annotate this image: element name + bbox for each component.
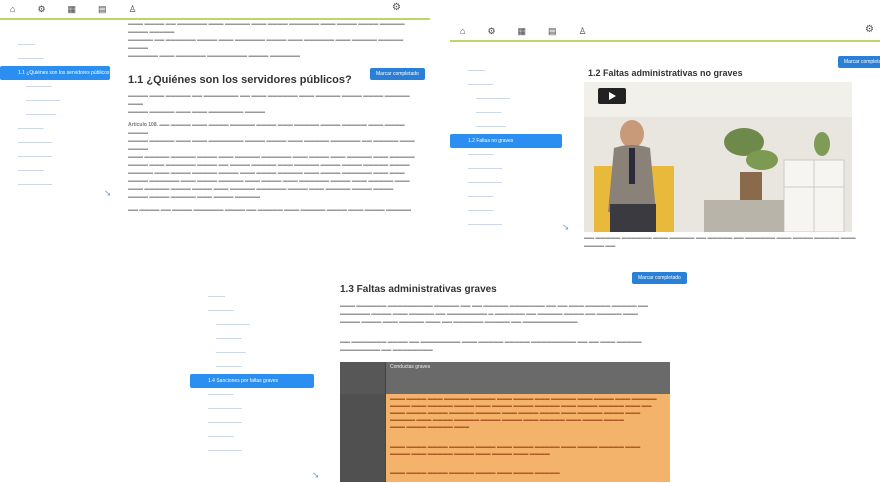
cursor-icon: ➘ [562, 222, 570, 232]
sidebar-item-active[interactable]: 1.4 Sanciones por faltas graves [190, 374, 314, 388]
sidebar-item[interactable]: ──────── [450, 176, 562, 190]
sidebar-item-active[interactable]: 1.2 Faltas no graves [450, 134, 562, 148]
sidebar-item[interactable]: ────── [450, 106, 562, 120]
paragraph: ▬▬ ▬▬▬▬▬▬▬ ▬▬▬▬ ▬▬ ▬▬▬▬▬▬▬▬ ▬▬▬ ▬▬▬▬▬ ▬▬… [340, 339, 642, 353]
video-caption: ▬▬ ▬▬▬▬▬ ▬▬▬▬▬▬ ▬▬▬ ▬▬▬▬▬ ▬▬ ▬▬▬▬▬ ▬▬ ▬▬… [584, 235, 856, 249]
mark-complete-button[interactable]: Marcar completado [838, 56, 880, 68]
sidebar-item[interactable]: ──────── [0, 94, 110, 108]
sidebar-item[interactable]: ────── [190, 332, 314, 346]
table-header-cell [340, 362, 386, 394]
content-area: ▬▬▬ ▬▬▬▬ ▬▬ ▬▬▬▬▬▬ ▬▬▬ ▬▬▬▬▬ ▬▬▬ ▬▬▬▬ ▬▬… [128, 20, 418, 215]
sidebar: ──── ────── ──────── ────── ─────── ────… [190, 290, 314, 458]
screenshot-panel-3: ──── ────── ──────── ────── ─────── ────… [190, 262, 690, 483]
gear-icon[interactable]: ⚙ [37, 4, 45, 15]
play-button[interactable] [598, 88, 626, 104]
sidebar-item[interactable]: ──────── [190, 416, 314, 430]
header-divider [450, 40, 880, 42]
sidebar-item[interactable]: ──────── [450, 92, 562, 106]
sidebar-item[interactable]: ──────── [190, 402, 314, 416]
faults-table: Conductas graves ▬▬▬ ▬▬▬▬ ▬▬▬ ▬▬▬▬▬ ▬▬▬▬… [340, 362, 670, 482]
sidebar-item[interactable]: ────── [0, 164, 110, 178]
sidebar-item[interactable]: ──── [0, 38, 110, 52]
paragraph: ▬▬▬▬ ▬▬▬ ▬▬▬▬▬ ▬▬ ▬▬▬▬▬▬▬ ▬▬ ▬▬▬ ▬▬▬▬▬▬ … [128, 93, 410, 115]
user-icon[interactable]: ♙ [579, 26, 587, 37]
table-cell: ▬▬▬ ▬▬▬▬ ▬▬▬▬ ▬▬▬▬▬ ▬▬▬▬ ▬▬▬ ▬▬▬▬ ▬▬▬▬▬ … [386, 442, 670, 468]
sidebar: ──── ────── 1.1 ¿Quiénes son los servido… [0, 38, 110, 192]
table-header-cell: Conductas graves [386, 362, 670, 394]
settings-icon[interactable]: ⚙ [392, 2, 401, 13]
sidebar-item[interactable]: ────── [190, 388, 314, 402]
sidebar-item[interactable]: ──────── [0, 150, 110, 164]
video-frame [584, 82, 852, 232]
sidebar-item[interactable]: ──────── [450, 218, 562, 232]
mark-complete-button[interactable]: Marcar completado [370, 68, 425, 80]
gear-icon[interactable]: ⚙ [487, 26, 495, 37]
sidebar-item-active[interactable]: 1.1 ¿Quiénes son los servidores públicos… [0, 66, 110, 80]
screenshot-panel-2: ⌂ ⚙ ▦ ▤ ♙ ⚙ ──── ────── ──────── ────── … [450, 22, 880, 252]
page-title: 1.3 Faltas administrativas graves [340, 284, 497, 295]
sidebar-item[interactable]: ────── [0, 52, 110, 66]
sidebar-item[interactable]: ──── [190, 290, 314, 304]
page-title: 1.2 Faltas administrativas no graves [588, 68, 743, 78]
grid-icon[interactable]: ▦ [518, 26, 527, 37]
sidebar-item[interactable]: ─────── [0, 108, 110, 122]
grid-icon[interactable]: ▦ [68, 4, 77, 15]
home-icon[interactable]: ⌂ [10, 4, 15, 14]
sidebar-item[interactable]: ────── [450, 78, 562, 92]
sidebar-item[interactable]: ────── [0, 80, 110, 94]
cursor-icon: ➘ [312, 470, 320, 480]
article-paragraph: Artículo 108. ▬▬ ▬▬▬▬ ▬▬▬ ▬▬▬▬ ▬▬▬▬▬ ▬▬▬… [128, 122, 415, 200]
cursor-icon: ➘ [104, 188, 112, 198]
sidebar-item[interactable]: ────── [0, 122, 110, 136]
sidebar-item[interactable]: ──────── [0, 136, 110, 150]
sidebar-item[interactable]: ────── [450, 190, 562, 204]
table-cell [340, 442, 386, 468]
table-row: ▬▬▬ ▬▬▬▬ ▬▬▬▬ ▬▬▬▬▬ ▬▬▬▬ ▬▬▬ ▬▬▬▬ ▬▬▬▬▬ [340, 468, 670, 482]
settings-icon[interactable]: ⚙ [865, 24, 874, 35]
toolbar: ⌂ ⚙ ▦ ▤ ♙ [450, 22, 587, 40]
screenshot-panel-1: ⌂ ⚙ ▦ ▤ ♙ ⚙ ──── ────── 1.1 ¿Quiénes son… [0, 0, 430, 215]
sidebar-item[interactable]: ────── [190, 304, 314, 318]
mark-complete-button[interactable]: Marcar completado [632, 272, 687, 284]
sidebar-item[interactable]: ─────── [450, 120, 562, 134]
toolbar: ⌂ ⚙ ▦ ▤ ♙ [0, 0, 137, 18]
sidebar-item[interactable]: ──────── [450, 162, 562, 176]
sidebar-item[interactable]: ────── [450, 204, 562, 218]
table-cell: ▬▬▬ ▬▬▬▬ ▬▬▬ ▬▬▬▬▬ ▬▬▬▬▬ ▬▬▬ ▬▬▬▬ ▬▬▬ ▬▬… [386, 394, 670, 442]
video-player[interactable] [584, 82, 852, 232]
paragraph: ▬▬▬ ▬▬▬▬▬▬ ▬▬▬▬▬▬▬▬▬ ▬▬▬▬▬ ▬▬ ▬▬ ▬▬▬▬▬ ▬… [340, 303, 649, 325]
sidebar-item[interactable]: ─────── [190, 346, 314, 360]
table-cell [340, 468, 386, 482]
document-icon[interactable]: ▤ [98, 4, 107, 15]
sidebar-item[interactable]: ────── [450, 148, 562, 162]
sidebar-item[interactable]: ────── [190, 360, 314, 374]
intro-paragraph: ▬▬▬ ▬▬▬▬ ▬▬ ▬▬▬▬▬▬ ▬▬▬ ▬▬▬▬▬ ▬▬▬ ▬▬▬▬ ▬▬… [128, 21, 405, 59]
table-cell [340, 394, 386, 442]
sidebar-item[interactable]: ──── [450, 64, 562, 78]
home-icon[interactable]: ⌂ [460, 26, 465, 36]
sidebar-item[interactable]: ──────── [0, 178, 110, 192]
sidebar-item[interactable]: ──────── [190, 318, 314, 332]
paragraph: ▬▬ ▬▬▬▬ ▬▬ ▬▬▬▬ ▬▬▬▬▬▬ ▬▬▬▬ ▬▬ ▬▬▬▬▬ ▬▬▬… [128, 207, 412, 213]
table-row: ▬▬▬ ▬▬▬▬ ▬▬▬ ▬▬▬▬▬ ▬▬▬▬▬ ▬▬▬ ▬▬▬▬ ▬▬▬ ▬▬… [340, 394, 670, 442]
table-header-row: Conductas graves [340, 362, 670, 394]
table-row: ▬▬▬ ▬▬▬▬ ▬▬▬▬ ▬▬▬▬▬ ▬▬▬▬ ▬▬▬ ▬▬▬▬ ▬▬▬▬▬ … [340, 442, 670, 468]
sidebar: ──── ────── ──────── ────── ─────── 1.2 … [450, 64, 562, 232]
sidebar-item[interactable]: ──────── [190, 444, 314, 458]
table-cell: ▬▬▬ ▬▬▬▬ ▬▬▬▬ ▬▬▬▬▬ ▬▬▬▬ ▬▬▬ ▬▬▬▬ ▬▬▬▬▬ [386, 468, 670, 482]
sidebar-item[interactable]: ────── [190, 430, 314, 444]
user-icon[interactable]: ♙ [129, 4, 137, 15]
document-icon[interactable]: ▤ [548, 26, 557, 37]
